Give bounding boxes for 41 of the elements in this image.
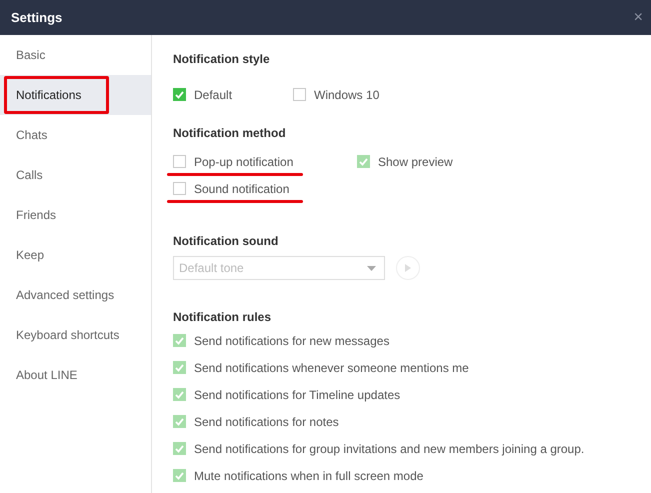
check-icon: [175, 444, 184, 452]
option-label: Send notifications for notes: [194, 414, 339, 428]
check-icon: [175, 90, 184, 98]
option-label: Send notifications for Timeline updates: [194, 388, 400, 402]
sidebar-item[interactable]: Keyboard shortcuts: [0, 315, 151, 355]
sidebar-item[interactable]: Keep: [0, 235, 151, 275]
checkbox[interactable]: [293, 88, 306, 101]
option-label: Show preview: [378, 154, 453, 168]
check-icon: [175, 472, 184, 480]
sidebar-item[interactable]: Chats: [0, 115, 151, 155]
option-label: Send notifications whenever someone mentions me: [194, 360, 469, 374]
check-icon: [175, 364, 184, 372]
section-heading: Notification method: [173, 126, 287, 140]
option-label: Mute notifications when in full screen mode: [194, 468, 424, 482]
option-label: Sound notification: [194, 182, 290, 196]
option-label: Windows 10: [314, 88, 380, 102]
sidebar-item[interactable]: About LINE: [0, 355, 151, 395]
sidebar-item[interactable]: Notifications: [0, 75, 151, 115]
check-icon: [175, 336, 184, 344]
close-button[interactable]: ×: [634, 8, 643, 26]
check-icon: [359, 158, 368, 166]
sidebar-item[interactable]: Basic: [0, 35, 151, 75]
check-icon: [175, 418, 184, 426]
section-heading: Notification rules: [173, 310, 272, 324]
section-heading: Notification sound: [173, 234, 280, 248]
sidebar-item[interactable]: Calls: [0, 155, 151, 195]
checkbox[interactable]: [173, 182, 186, 195]
section-heading: Notification style: [173, 52, 271, 66]
sidebar-item[interactable]: Friends: [0, 195, 151, 235]
checkbox[interactable]: [173, 155, 186, 168]
option-label: Pop-up notification: [194, 154, 294, 168]
sidebar-item[interactable]: Advanced settings: [0, 275, 151, 315]
play-icon: [405, 264, 411, 272]
check-icon: [175, 390, 184, 398]
option-label: Default: [194, 88, 232, 102]
window-title: Settings: [11, 10, 62, 25]
option-label: Send notifications for new messages: [194, 334, 390, 348]
play-button[interactable]: [396, 256, 420, 280]
caret-icon: [367, 266, 376, 270]
checkbox[interactable]: [173, 88, 186, 101]
option-label: Send notifications for group invitations and new members joining a group.: [194, 442, 584, 456]
